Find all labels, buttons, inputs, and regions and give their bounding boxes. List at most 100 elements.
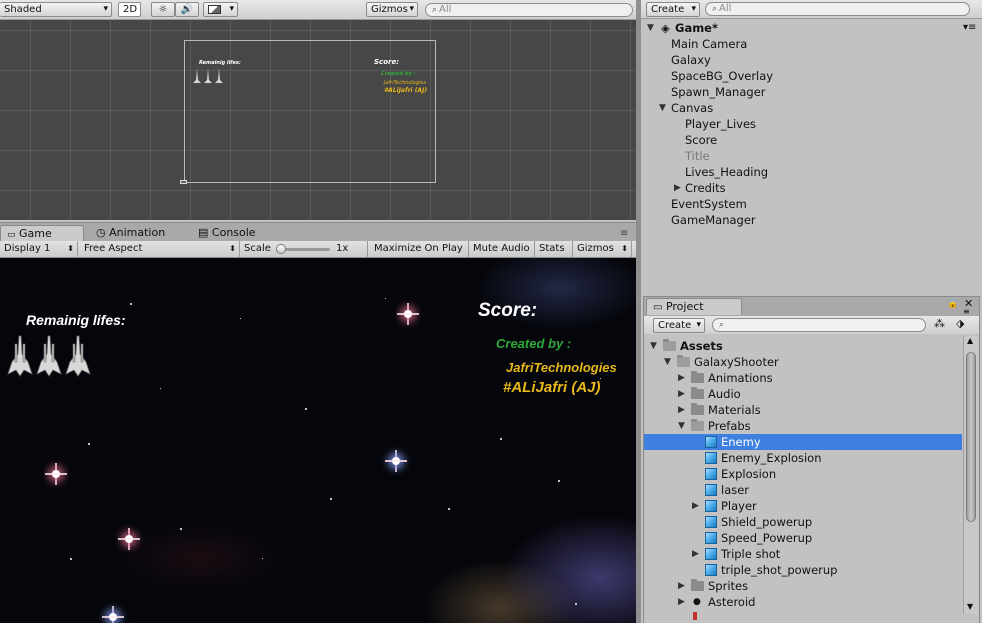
project-item-materials[interactable]: ▶ Materials [644, 402, 962, 418]
game-gizmos-dropdown[interactable]: Gizmos [573, 241, 632, 258]
expand-triangle-icon[interactable]: ▼ [647, 20, 654, 36]
lock-icon[interactable]: 🔒 [947, 299, 958, 309]
tag-icon[interactable]: ⬗ [956, 317, 964, 330]
hud-created-by: Created by : [496, 336, 572, 351]
project-item-explosion[interactable]: Explosion [644, 466, 962, 482]
project-toolbar: Create ⌕ ⁂ ⬗ [643, 316, 980, 334]
filter-type-icon[interactable]: ⁂ [934, 317, 945, 330]
project-item-player[interactable]: ▶ Player [644, 498, 962, 514]
project-item-sprites[interactable]: ▶ Sprites [644, 578, 962, 594]
tab-project[interactable]: ▭ Project [646, 298, 742, 315]
image-icon [208, 5, 221, 14]
expand-triangle-icon[interactable]: ▼ [650, 338, 657, 354]
hierarchy-item[interactable]: Main Camera [671, 36, 747, 52]
rect-handle[interactable] [180, 180, 187, 184]
item-label: Audio [708, 387, 741, 401]
mute-audio-toggle[interactable]: Mute Audio [469, 241, 535, 258]
scene-search-input[interactable]: ⌕ All [425, 3, 633, 17]
hierarchy-item[interactable]: Galaxy [671, 52, 711, 68]
folder-icon [663, 339, 676, 351]
collapse-triangle-icon[interactable]: ▶ [692, 498, 699, 514]
star-flare [45, 463, 67, 485]
star [558, 480, 560, 482]
collapse-triangle-icon[interactable]: ▶ [674, 183, 681, 193]
lighting-toggle-button[interactable]: ☼ [151, 2, 175, 17]
collapse-triangle-icon[interactable]: ▶ [678, 386, 685, 402]
hierarchy-item[interactable]: EventSystem [671, 196, 747, 212]
shading-mode-dropdown[interactable]: Shaded [0, 2, 112, 17]
project-item-audio[interactable]: ▶ Audio [644, 386, 962, 402]
panel-menu-icon[interactable]: ≡ [963, 307, 970, 316]
tab-console[interactable]: ▤ Console [192, 225, 272, 242]
item-label: Assets [680, 339, 723, 353]
hierarchy-item[interactable]: Score [685, 132, 717, 148]
star-flare [385, 450, 407, 472]
tab-animation[interactable]: ◷ Animation [90, 225, 186, 242]
project-item-asteroid[interactable]: ▶ ● Asteroid [644, 594, 962, 610]
scrollbar-thumb[interactable] [966, 352, 976, 522]
expand-triangle-icon[interactable]: ▼ [678, 418, 685, 434]
project-item-animations[interactable]: ▶ Animations [644, 370, 962, 386]
hierarchy-item[interactable]: GameManager [671, 212, 756, 228]
scene-view[interactable]: Remainig lifes: Score: Created by : Jafr… [0, 20, 636, 220]
display-dropdown[interactable]: Display 1 [0, 241, 78, 258]
hierarchy-item-canvas[interactable]: Canvas [671, 100, 713, 116]
collapse-triangle-icon[interactable]: ▶ [678, 370, 685, 386]
aspect-dropdown[interactable]: Free Aspect [80, 241, 240, 258]
hierarchy-item-credits[interactable]: Credits [685, 180, 726, 196]
project-item-enemy-explosion[interactable]: Enemy_Explosion [644, 450, 962, 466]
collapse-triangle-icon[interactable]: ▶ [692, 546, 699, 562]
game-view[interactable]: Remainig lifes: Score: Created by : Jafr… [0, 258, 636, 623]
stats-toggle[interactable]: Stats [535, 241, 573, 258]
scene-gizmos-dropdown[interactable]: Gizmos [366, 2, 418, 17]
hierarchy-item[interactable]: SpaceBG_Overlay [671, 68, 773, 84]
folder-icon [691, 419, 704, 431]
sun-icon: ☼ [158, 4, 168, 15]
collapse-triangle-icon[interactable]: ▶ [678, 402, 685, 418]
hierarchy-search-input[interactable]: ⌕ All [705, 2, 970, 16]
project-item-shield-powerup[interactable]: Shield_powerup [644, 514, 962, 530]
panel-menu-icon[interactable]: ≡ [620, 228, 628, 239]
scale-slider-handle[interactable] [276, 244, 286, 254]
project-item-laser[interactable]: laser [644, 482, 962, 498]
tab-game[interactable]: ▭ Game [0, 225, 84, 242]
project-scrollbar[interactable]: ▲ ▼ [963, 336, 978, 614]
hierarchy-create-button[interactable]: Create [646, 2, 700, 17]
project-tab-bar: ▭ Project 🔒 ✕ ≡ [643, 296, 980, 316]
project-item-assets[interactable]: ▼ Assets [644, 338, 962, 354]
project-item-triple-shot[interactable]: ▶ Triple shot [644, 546, 962, 562]
star-flare [118, 528, 140, 550]
hierarchy-panel: ▼ ◈ Game* ▾≡ Main Camera Galaxy SpaceBG_… [641, 19, 982, 292]
expand-triangle-icon[interactable]: ▼ [664, 354, 671, 370]
scroll-down-icon[interactable]: ▼ [967, 602, 973, 611]
expand-triangle-icon[interactable]: ▼ [659, 103, 666, 113]
star [448, 508, 450, 510]
star [240, 318, 241, 319]
hierarchy-item-inactive[interactable]: Title [685, 148, 710, 164]
game-gizmos-label: Gizmos [577, 243, 614, 254]
project-item-enemy[interactable]: Enemy [644, 434, 962, 450]
folder-icon: ▭ [653, 302, 663, 313]
2d-toggle-button[interactable]: 2D [118, 2, 141, 17]
star [262, 558, 263, 559]
project-item-triple-shot-powerup[interactable]: triple_shot_powerup [644, 562, 962, 578]
collapse-triangle-icon[interactable]: ▶ [678, 594, 685, 610]
scene-root-row[interactable]: ▼ ◈ Game* ▾≡ [645, 20, 980, 36]
project-create-label: Create [658, 320, 692, 331]
project-create-button[interactable]: Create [653, 318, 705, 333]
scroll-up-icon[interactable]: ▲ [967, 336, 973, 345]
tab-project-label: Project [665, 300, 704, 313]
item-label: Enemy_Explosion [721, 451, 822, 465]
project-item-galaxyshooter[interactable]: ▼ GalaxyShooter [644, 354, 962, 370]
collapse-triangle-icon[interactable]: ▶ [678, 578, 685, 594]
project-item-speed-powerup[interactable]: Speed_Powerup [644, 530, 962, 546]
audio-toggle-button[interactable]: 🔊 [175, 2, 199, 17]
hierarchy-item[interactable]: Player_Lives [685, 116, 756, 132]
project-item-prefabs[interactable]: ▼ Prefabs [644, 418, 962, 434]
scene-menu-icon[interactable]: ▾≡ [963, 20, 976, 36]
hierarchy-item[interactable]: Lives_Heading [685, 164, 768, 180]
project-search-input[interactable]: ⌕ [712, 318, 926, 332]
maximize-on-play-toggle[interactable]: Maximize On Play [370, 241, 469, 258]
hierarchy-item[interactable]: Spawn_Manager [671, 84, 766, 100]
effects-dropdown[interactable]: ▾ [203, 2, 238, 17]
